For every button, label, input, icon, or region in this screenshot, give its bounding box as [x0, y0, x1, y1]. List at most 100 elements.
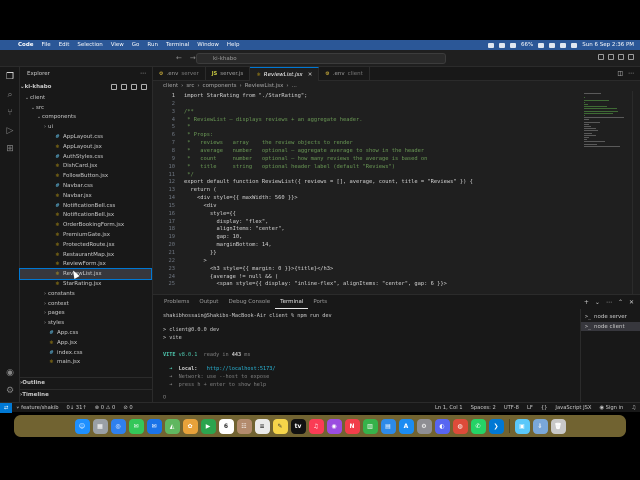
menu-go[interactable]: Go: [128, 42, 144, 48]
menu-terminal[interactable]: Terminal: [162, 42, 193, 48]
file-tree-item[interactable]: › pages: [20, 309, 151, 319]
manage-gear-icon[interactable]: ⚙: [4, 385, 16, 397]
wifi-icon[interactable]: [549, 42, 556, 48]
remote-indicator-icon[interactable]: ⇄: [0, 402, 13, 413]
file-tree-item[interactable]: ⚛ FollowButton.jsx: [20, 171, 151, 181]
file-tree-item[interactable]: # AuthStyles.css: [20, 152, 151, 162]
breadcrumb-item[interactable]: components: [203, 83, 237, 89]
editor-tab[interactable]: ⚙ .env server: [153, 67, 206, 81]
project-root[interactable]: ⌄ ki-khabo: [20, 82, 153, 92]
notifications-bell-icon[interactable]: ♫: [627, 405, 640, 411]
vscode-icon[interactable]: ❯: [488, 418, 504, 434]
customize-layout-icon[interactable]: [628, 54, 634, 60]
trash-icon[interactable]: 🗑: [550, 418, 566, 434]
menu-selection[interactable]: Selection: [73, 42, 106, 48]
file-tree-item[interactable]: ⚛ RestaurantMap.jsx: [20, 250, 151, 260]
control-center-icon[interactable]: [571, 42, 578, 48]
cursor-position[interactable]: Ln 1, Col 1: [431, 405, 467, 411]
tab-problems[interactable]: Problems: [159, 295, 194, 309]
more-actions-icon[interactable]: ⋯: [628, 70, 634, 77]
status-menu-icon[interactable]: [488, 42, 495, 48]
search-icon[interactable]: ⌕: [4, 89, 16, 101]
discord-icon[interactable]: ◐: [434, 418, 450, 434]
file-tree-item[interactable]: › ui: [20, 122, 151, 132]
file-tree-item[interactable]: ⚛ DishCard.jsx: [20, 162, 151, 172]
tab-ports[interactable]: Ports: [308, 295, 332, 309]
minimap[interactable]: [584, 93, 628, 183]
explorer-icon[interactable]: ❐: [4, 71, 16, 83]
reminders-icon[interactable]: ≡: [254, 418, 270, 434]
new-terminal-icon[interactable]: +: [584, 299, 589, 306]
sync-status[interactable]: 0↓ 31↑: [63, 405, 91, 411]
file-tree-item[interactable]: ⌄ src: [20, 103, 151, 113]
more-actions-icon[interactable]: ⋯: [606, 299, 612, 306]
editor-tab[interactable]: ⚙ .env client: [319, 67, 370, 81]
new-file-icon[interactable]: [111, 84, 117, 90]
clock[interactable]: Sun 6 Sep 2:36 PM: [582, 42, 634, 48]
preview-icon[interactable]: ▣: [514, 418, 530, 434]
file-tree-item[interactable]: # index.css: [20, 348, 151, 358]
photos-icon[interactable]: ✿: [182, 418, 198, 434]
file-tree-item[interactable]: # NotificationBell.css: [20, 201, 151, 211]
run-debug-icon[interactable]: ▷: [4, 125, 16, 137]
close-panel-icon[interactable]: ✕: [629, 299, 634, 306]
file-tree-item[interactable]: ⚛ main.jsx: [20, 358, 151, 368]
whatsapp-icon[interactable]: ✆: [470, 418, 486, 434]
tab-terminal[interactable]: Terminal: [275, 295, 309, 309]
file-tree-item[interactable]: ⚛ StarRating.jsx: [20, 279, 151, 289]
file-tree-item[interactable]: # AppLayout.css: [20, 132, 151, 142]
menu-help[interactable]: Help: [223, 42, 244, 48]
command-center-search[interactable]: ki-khabo: [196, 53, 446, 64]
podcasts-icon[interactable]: ◉: [326, 418, 342, 434]
toggle-secondary-sidebar-icon[interactable]: [618, 54, 624, 60]
file-tree-item[interactable]: › constants: [20, 289, 151, 299]
toggle-panel-icon[interactable]: [608, 54, 614, 60]
close-tab-icon[interactable]: ✕: [308, 72, 313, 78]
app-store-icon[interactable]: A: [398, 418, 414, 434]
messages-icon[interactable]: ✉: [128, 418, 144, 434]
timeline-section[interactable]: › Timeline: [20, 389, 153, 400]
file-tree-item[interactable]: ⌄ client: [20, 93, 151, 103]
maximize-panel-icon[interactable]: ⌃: [618, 299, 623, 306]
split-editor-icon[interactable]: ◫: [617, 70, 623, 77]
breadcrumb-item[interactable]: src: [186, 83, 194, 89]
editor-tab[interactable]: JS server.js: [206, 67, 251, 81]
refresh-icon[interactable]: [131, 84, 137, 90]
app-tray-icon[interactable]: [510, 42, 517, 48]
notes-icon[interactable]: ✎: [272, 418, 288, 434]
tab-debug-console[interactable]: Debug Console: [223, 295, 275, 309]
tab-output[interactable]: Output: [194, 295, 223, 309]
github-icon[interactable]: [499, 42, 506, 48]
maps-icon[interactable]: ◭: [164, 418, 180, 434]
back-arrow-icon[interactable]: ←: [176, 54, 182, 62]
indentation[interactable]: Spaces: 2: [467, 405, 500, 411]
numbers-icon[interactable]: ▥: [362, 418, 378, 434]
terminal-item-node-client[interactable]: >_ node client: [581, 322, 640, 331]
file-tree-item[interactable]: › context: [20, 299, 151, 309]
encoding[interactable]: UTF-8: [500, 405, 523, 411]
end-of-line[interactable]: LF: [523, 405, 537, 411]
mail-icon[interactable]: ✉: [146, 418, 162, 434]
contacts-icon[interactable]: ☷: [236, 418, 252, 434]
account-icon[interactable]: ◉: [4, 367, 16, 379]
chrome-icon[interactable]: ◍: [452, 418, 468, 434]
editor-tab[interactable]: ⚛ ReviewList.jsx ✕: [250, 67, 320, 81]
file-tree-item[interactable]: ⚛ ProtectedRoute.jsx: [20, 240, 151, 250]
file-tree-item[interactable]: ⚛ OrderBookingForm.jsx: [20, 220, 151, 230]
keynote-icon[interactable]: ▤: [380, 418, 396, 434]
calendar-icon[interactable]: 6: [218, 418, 234, 434]
file-tree-item[interactable]: ⚛ PremiumGate.jsx: [20, 230, 151, 240]
file-tree-item[interactable]: ⌄ components: [20, 113, 151, 123]
braces-icon[interactable]: {}: [537, 405, 552, 411]
system-settings-icon[interactable]: ⚙: [416, 418, 432, 434]
file-tree-item[interactable]: # App.css: [20, 328, 151, 338]
file-tree-item[interactable]: ⚛ ReviewForm.jsx: [20, 260, 151, 270]
battery-icon[interactable]: [538, 42, 545, 48]
menu-edit[interactable]: Edit: [55, 42, 74, 48]
breadcrumb-item[interactable]: client: [163, 83, 178, 89]
spotlight-search-icon[interactable]: [560, 42, 567, 48]
editor-scrollbar[interactable]: [632, 91, 640, 294]
tv-icon[interactable]: tv: [290, 418, 306, 434]
extensions-icon[interactable]: ⊞: [4, 143, 16, 155]
launchpad-icon[interactable]: ▦: [92, 418, 108, 434]
